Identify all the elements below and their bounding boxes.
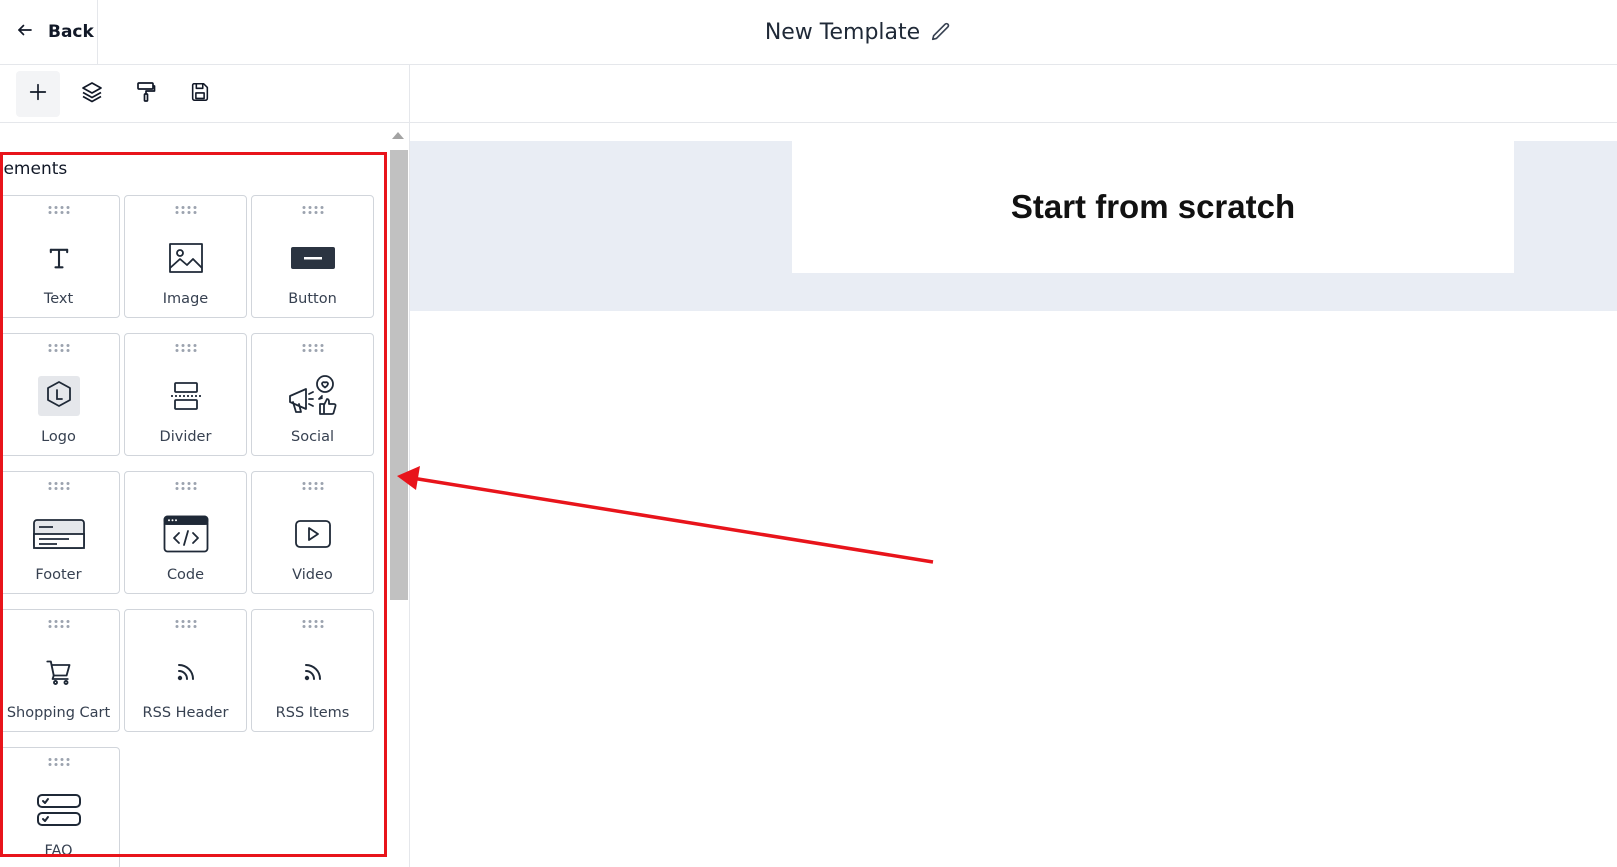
- element-card-rss-header[interactable]: RSS Header: [124, 609, 247, 732]
- element-card-video[interactable]: Video: [251, 471, 374, 594]
- arrow-left-icon: [16, 21, 34, 43]
- canvas-topbar: [410, 65, 1617, 123]
- element-label: Text: [43, 291, 74, 307]
- top-header: Back New Template: [0, 0, 1617, 65]
- element-label: FAQ: [44, 843, 73, 859]
- element-label: Social: [291, 429, 334, 445]
- element-label: Shopping Cart: [6, 705, 111, 721]
- divider-icon: [125, 374, 246, 418]
- scroll-up-arrow-icon[interactable]: [392, 132, 404, 139]
- plus-icon: [27, 81, 49, 107]
- element-card-footer[interactable]: Footer: [0, 471, 120, 594]
- video-icon: [252, 512, 373, 556]
- code-icon: [125, 512, 246, 556]
- shopping-cart-icon: [0, 650, 119, 694]
- element-card-divider[interactable]: Divider: [124, 333, 247, 456]
- element-label: Code: [166, 567, 205, 583]
- save-button[interactable]: [178, 71, 222, 117]
- element-card-image[interactable]: Image: [124, 195, 247, 318]
- drag-handle-icon[interactable]: [175, 620, 196, 628]
- email-template-editor: Back New Template ements Text Image Butt…: [0, 0, 1617, 867]
- image-icon: [125, 236, 246, 280]
- element-label: RSS Header: [142, 705, 229, 721]
- social-icon: [252, 374, 373, 418]
- layers-icon: [80, 80, 104, 108]
- element-card-rss-items[interactable]: RSS Items: [251, 609, 374, 732]
- element-label: Image: [162, 291, 209, 307]
- rss-icon: [252, 650, 373, 694]
- drag-handle-icon[interactable]: [302, 482, 323, 490]
- rss-icon: [125, 650, 246, 694]
- element-label: Footer: [35, 567, 82, 583]
- logo-icon: [0, 374, 119, 418]
- scrollbar-thumb[interactable]: [390, 150, 408, 600]
- elements-grid: Text Image Button Logo Divider Social Fo…: [0, 195, 377, 867]
- element-label: RSS Items: [275, 705, 350, 721]
- drag-handle-icon[interactable]: [48, 758, 69, 766]
- back-label: Back: [48, 22, 94, 42]
- title-area: New Template: [0, 0, 1617, 64]
- section-title: Elements: [0, 159, 68, 179]
- drag-handle-icon[interactable]: [175, 482, 196, 490]
- button-icon: [252, 236, 373, 280]
- pencil-icon[interactable]: [930, 21, 952, 43]
- start-from-scratch-block[interactable]: Start from scratch: [792, 141, 1514, 273]
- element-card-shopping-cart[interactable]: Shopping Cart: [0, 609, 120, 732]
- back-button[interactable]: Back: [0, 0, 98, 64]
- faq-icon: [0, 788, 119, 832]
- drag-handle-icon[interactable]: [175, 344, 196, 352]
- drag-handle-icon[interactable]: [302, 206, 323, 214]
- drag-handle-icon[interactable]: [302, 620, 323, 628]
- email-canvas: Start from scratch: [410, 124, 1617, 867]
- element-card-logo[interactable]: Logo: [0, 333, 120, 456]
- template-title: New Template: [764, 19, 921, 45]
- add-elements-button[interactable]: [16, 70, 60, 117]
- drag-handle-icon[interactable]: [48, 482, 69, 490]
- drag-handle-icon[interactable]: [48, 206, 69, 214]
- element-label: Video: [292, 567, 333, 583]
- element-card-code[interactable]: Code: [124, 471, 247, 594]
- canvas-heading: Start from scratch: [1010, 188, 1296, 225]
- element-card-text[interactable]: Text: [0, 195, 120, 318]
- drag-handle-icon[interactable]: [175, 206, 196, 214]
- element-card-faq[interactable]: FAQ: [0, 747, 120, 867]
- editor-toolbar: [0, 65, 410, 123]
- element-label: Logo: [41, 429, 76, 445]
- element-card-button[interactable]: Button: [251, 195, 374, 318]
- drag-handle-icon[interactable]: [48, 344, 69, 352]
- element-label: Divider: [159, 429, 212, 445]
- element-card-social[interactable]: Social: [251, 333, 374, 456]
- paint-roller-icon: [134, 80, 158, 108]
- styles-button[interactable]: [124, 71, 168, 117]
- elements-panel: Elements Text Image: [0, 123, 410, 867]
- drag-handle-icon[interactable]: [48, 620, 69, 628]
- footer-icon: [0, 512, 119, 556]
- text-icon: [0, 236, 119, 280]
- layers-button[interactable]: [70, 71, 114, 117]
- drag-handle-icon[interactable]: [302, 344, 323, 352]
- save-icon: [189, 81, 211, 107]
- element-label: Button: [288, 291, 337, 307]
